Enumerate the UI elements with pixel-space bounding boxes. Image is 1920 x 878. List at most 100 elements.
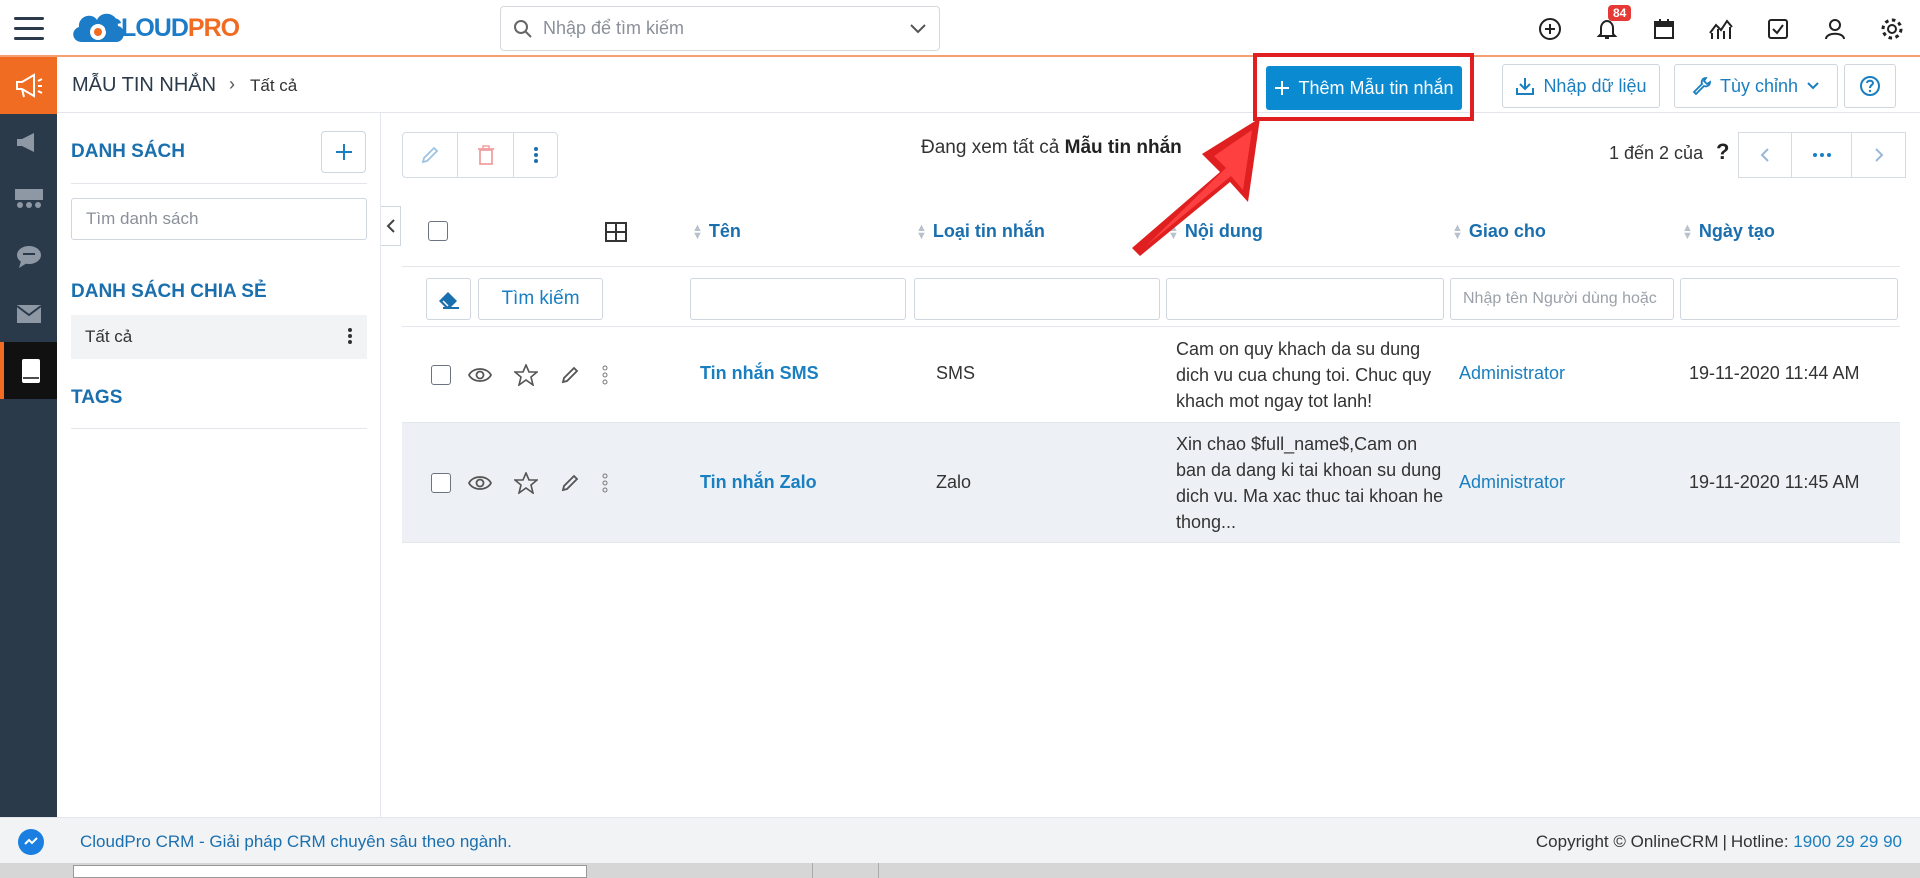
meeting-icon[interactable] bbox=[0, 171, 57, 228]
column-settings-icon[interactable] bbox=[604, 221, 628, 243]
clear-filter-button[interactable] bbox=[426, 278, 471, 320]
type-filter-input[interactable] bbox=[914, 278, 1160, 320]
global-search-input[interactable]: Nhập để tìm kiếm bbox=[500, 6, 940, 51]
column-header-type[interactable]: ▲ ▼ Loại tin nhắn bbox=[916, 221, 1045, 242]
module-header: MẪU TIN NHẮN › Tất cả Thêm Mẫu tin nhắn … bbox=[57, 53, 1920, 121]
viewing-prefix: Đang xem tất cả bbox=[921, 137, 1060, 158]
eraser-icon bbox=[438, 292, 459, 309]
import-data-button[interactable]: Nhập dữ liệu bbox=[1502, 64, 1660, 108]
add-circle-icon[interactable] bbox=[1521, 0, 1578, 57]
pencil-icon[interactable] bbox=[560, 473, 580, 493]
add-list-button[interactable] bbox=[321, 131, 366, 173]
created-filter-input[interactable] bbox=[1680, 278, 1898, 320]
task-checkbox-icon[interactable] bbox=[1749, 0, 1806, 57]
column-header-created[interactable]: ▲ ▼ Ngày tạo bbox=[1682, 221, 1775, 242]
customize-button-label: Tùy chỉnh bbox=[1719, 75, 1799, 96]
record-name-link[interactable]: Tin nhắn Zalo bbox=[700, 472, 817, 493]
record-assigned-link[interactable]: Administrator bbox=[1459, 363, 1565, 384]
user-icon[interactable] bbox=[1806, 0, 1863, 57]
collapse-sidebar-button[interactable] bbox=[381, 206, 401, 246]
chevron-right-icon bbox=[1874, 148, 1883, 162]
mass-action-toolbar bbox=[402, 132, 558, 178]
content-filter-input[interactable] bbox=[1166, 278, 1444, 320]
page-title[interactable]: MẪU TIN NHẮN bbox=[72, 74, 216, 97]
list-search-placeholder: Tìm danh sách bbox=[86, 209, 199, 228]
divider bbox=[71, 183, 367, 184]
record-type: SMS bbox=[936, 363, 976, 383]
previous-page-button[interactable] bbox=[1738, 132, 1792, 178]
menu-icon[interactable] bbox=[0, 0, 57, 57]
more-vertical-icon[interactable] bbox=[602, 364, 608, 386]
pencil-icon bbox=[421, 146, 439, 164]
hotline-link[interactable]: 1900 29 29 90 bbox=[1793, 832, 1902, 851]
row-checkbox[interactable] bbox=[431, 473, 451, 493]
footer-tagline[interactable]: CloudPro CRM - Giải pháp CRM chuyên sâu … bbox=[80, 832, 512, 852]
pagination-info: 1 đến 2 của bbox=[1609, 143, 1704, 163]
campaign-icon[interactable] bbox=[0, 114, 57, 171]
filter-search-button[interactable]: Tìm kiếm bbox=[478, 278, 603, 320]
email-icon[interactable] bbox=[0, 285, 57, 342]
more-vertical-icon bbox=[533, 147, 538, 163]
chart-icon[interactable] bbox=[1692, 0, 1749, 57]
table-row[interactable]: Tin nhắn Zalo Zalo Xin chao $full_name$,… bbox=[402, 423, 1900, 543]
eye-icon[interactable] bbox=[468, 365, 492, 385]
footer: CloudPro CRM - Giải pháp CRM chuyên sâu … bbox=[0, 817, 1920, 863]
column-header-assigned[interactable]: ▲ ▼ Giao cho bbox=[1452, 221, 1546, 242]
total-count-button[interactable]: ? bbox=[1716, 139, 1729, 165]
eye-icon[interactable] bbox=[468, 473, 492, 493]
download-icon bbox=[1516, 78, 1535, 95]
chevron-down-icon[interactable] bbox=[909, 23, 927, 35]
marketing-module-icon[interactable] bbox=[0, 57, 57, 114]
more-actions-button[interactable] bbox=[514, 132, 558, 178]
sidebar-item-all[interactable]: Tất cả bbox=[71, 315, 367, 359]
table-row[interactable]: Tin nhắn SMS SMS Cam on quy khach da su … bbox=[402, 327, 1900, 423]
messenger-icon[interactable] bbox=[18, 829, 44, 855]
more-vertical-icon[interactable] bbox=[602, 472, 608, 494]
record-name-link[interactable]: Tin nhắn SMS bbox=[700, 363, 819, 384]
name-filter-input[interactable] bbox=[690, 278, 906, 320]
wrench-icon bbox=[1692, 77, 1711, 96]
star-icon[interactable] bbox=[514, 364, 538, 386]
row-checkbox[interactable] bbox=[431, 365, 451, 385]
calendar-icon[interactable] bbox=[1635, 0, 1692, 57]
logo-text: CLOUDPRO bbox=[104, 14, 240, 42]
message-template-module-icon[interactable] bbox=[0, 342, 57, 399]
taskbar-search[interactable] bbox=[73, 865, 587, 878]
star-icon[interactable] bbox=[514, 472, 538, 494]
footer-copyright: Copyright © OnlineCRM | Hotline: 1900 29 2… bbox=[1535, 832, 1902, 851]
divider bbox=[878, 863, 879, 878]
add-button-label: Thêm Mẫu tin nhắn bbox=[1298, 77, 1454, 98]
help-button[interactable] bbox=[1844, 64, 1896, 108]
mass-edit-button[interactable] bbox=[402, 132, 458, 178]
next-page-button[interactable] bbox=[1852, 132, 1906, 178]
list-sidebar: DANH SÁCH Tìm danh sách DANH SÁCH CHIA S… bbox=[57, 113, 381, 817]
divider bbox=[71, 428, 367, 429]
list-search-input[interactable]: Tìm danh sách bbox=[71, 198, 367, 240]
gear-icon[interactable] bbox=[1863, 0, 1920, 57]
chevron-left-icon bbox=[1760, 148, 1769, 162]
chevron-down-icon bbox=[1807, 82, 1819, 90]
assigned-filter-input[interactable]: Nhập tên Người dùng hoặc bbox=[1450, 278, 1674, 320]
pencil-icon[interactable] bbox=[560, 365, 580, 385]
select-all-checkbox[interactable] bbox=[428, 221, 448, 241]
lists-heading: DANH SÁCH bbox=[71, 141, 185, 162]
add-message-template-button[interactable]: Thêm Mẫu tin nhắn bbox=[1266, 66, 1462, 110]
cloudpro-logo[interactable]: CLOUDPRO bbox=[68, 4, 268, 52]
customize-button[interactable]: Tùy chỉnh bbox=[1674, 64, 1838, 108]
sort-icon: ▲▼ bbox=[1682, 221, 1693, 242]
mass-delete-button[interactable] bbox=[458, 132, 514, 178]
record-content: Cam on quy khach da su dung dich vu cua … bbox=[1176, 339, 1432, 411]
sort-icon: ▲▼ bbox=[916, 221, 927, 242]
pagination bbox=[1738, 132, 1906, 178]
column-header-name[interactable]: ▲ ▼ Tên bbox=[692, 221, 741, 242]
trash-icon bbox=[477, 145, 494, 165]
page-jump-button[interactable] bbox=[1792, 132, 1852, 178]
record-assigned-link[interactable]: Administrator bbox=[1459, 472, 1565, 493]
top-navbar: CLOUDPRO Nhập để tìm kiếm 84 bbox=[0, 0, 1920, 57]
filter-row: Tìm kiếm Nhập tên Người dùng hoặc bbox=[402, 267, 1900, 327]
plus-icon bbox=[335, 144, 352, 160]
more-vertical-icon[interactable] bbox=[347, 325, 353, 347]
bell-icon[interactable]: 84 bbox=[1578, 0, 1635, 57]
chat-icon[interactable] bbox=[0, 228, 57, 285]
notification-badge: 84 bbox=[1608, 5, 1632, 21]
